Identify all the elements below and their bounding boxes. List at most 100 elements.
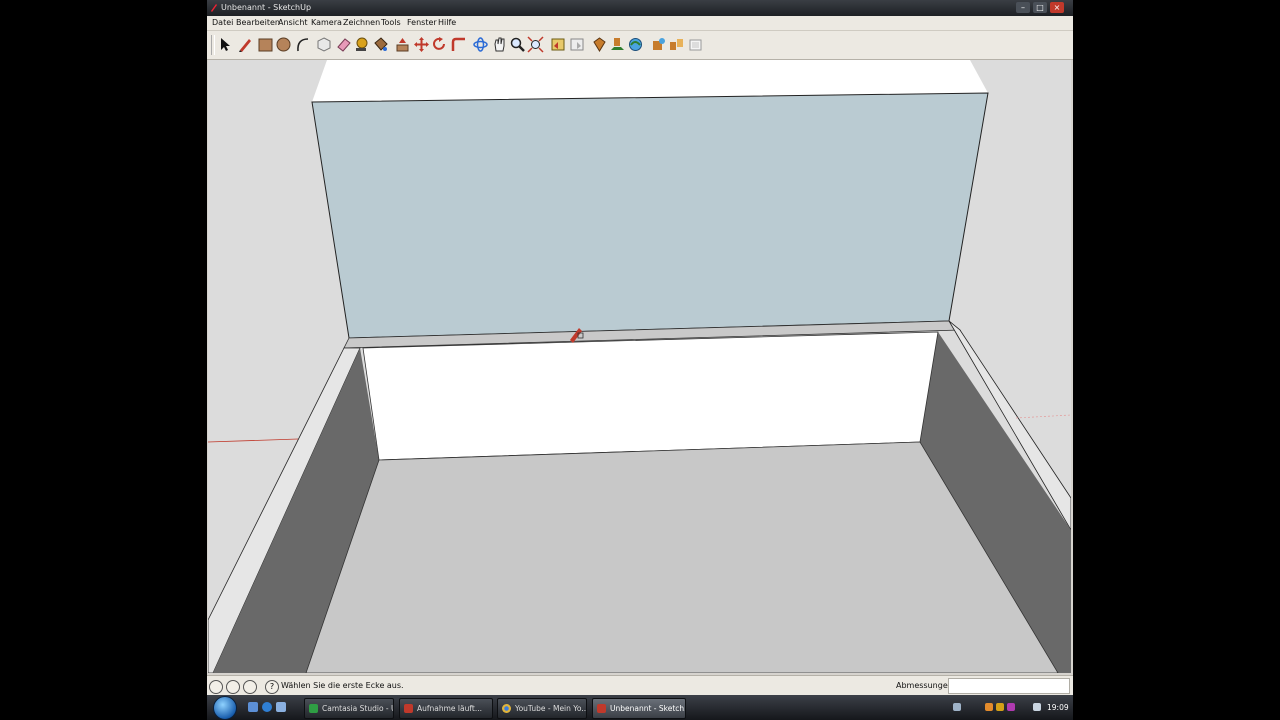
- maximize-icon[interactable]: □: [1033, 2, 1047, 13]
- help-icon[interactable]: ?: [265, 680, 279, 694]
- tape-measure-icon: [356, 37, 368, 51]
- geo-location-icon[interactable]: [209, 680, 223, 694]
- pencil-icon: [239, 39, 251, 52]
- ie-icon[interactable]: [262, 702, 272, 712]
- eraser-icon: [337, 38, 351, 52]
- follow-me-tool[interactable]: [450, 36, 467, 53]
- component-browser-tool[interactable]: [668, 36, 685, 53]
- sketchup-icon: [597, 704, 606, 713]
- status-bar: ? Wählen Sie die erste Ecke aus. Abmessu…: [207, 675, 1073, 696]
- zoom-icon: [510, 37, 525, 52]
- eraser-tool[interactable]: [335, 36, 352, 53]
- network-icon[interactable]: [953, 703, 961, 711]
- rectangle-tool[interactable]: [257, 36, 274, 53]
- place-model-icon: [593, 37, 606, 52]
- zoom-extents-icon: [527, 36, 544, 53]
- follow-me-icon: [451, 37, 465, 51]
- share-model-tool[interactable]: [627, 36, 644, 53]
- taskbar-button-youtube[interactable]: YouTube - Mein Yo...: [497, 698, 587, 719]
- window-title: Unbenannt - SketchUp: [221, 3, 312, 12]
- rotate-icon: [433, 37, 445, 50]
- arc-icon: [297, 38, 309, 52]
- taskbar-button-camtasia[interactable]: Camtasia Studio - U...: [304, 698, 394, 719]
- zoom-extents-tool[interactable]: [527, 36, 544, 53]
- menu-kamera[interactable]: Kamera: [311, 16, 342, 30]
- close-icon[interactable]: ×: [1050, 2, 1064, 13]
- windows-start-icon[interactable]: [213, 696, 237, 720]
- sketchup-logo-icon: [211, 4, 217, 12]
- tray-app-icon[interactable]: [985, 703, 993, 711]
- paint-bucket-tool[interactable]: [372, 36, 389, 53]
- arrow-cursor-icon: [221, 38, 230, 51]
- rotate-tool[interactable]: [431, 36, 448, 53]
- select-tool[interactable]: [216, 36, 233, 53]
- rectangle-icon: [258, 38, 273, 52]
- camtasia-icon: [309, 704, 318, 713]
- taskbar-button-sketchup[interactable]: Unbenannt - Sketch...: [592, 698, 686, 719]
- drawing-viewport[interactable]: [208, 60, 1071, 673]
- taskbar-label: Camtasia Studio - U...: [322, 704, 393, 713]
- move-tool[interactable]: [413, 36, 430, 53]
- place-model-tool[interactable]: [591, 36, 608, 53]
- pan-hand-icon: [494, 37, 505, 52]
- menu-fenster[interactable]: Fenster: [407, 16, 437, 30]
- globe-icon: [653, 38, 665, 50]
- orbit-icon: [473, 37, 488, 52]
- taskbar-button-recording[interactable]: Aufnahme läuft...: [399, 698, 493, 719]
- next-view-icon: [570, 38, 584, 51]
- pencil-tool[interactable]: [237, 36, 254, 53]
- make-component-tool[interactable]: [316, 36, 333, 53]
- menu-zeichnen[interactable]: Zeichnen: [343, 16, 380, 30]
- measurements-label: Abmessungen: [896, 681, 953, 690]
- previous-view-icon: [551, 38, 565, 51]
- menu-tools[interactable]: Tools: [381, 16, 401, 30]
- materials-tool[interactable]: [687, 36, 704, 53]
- move-icon: [414, 37, 429, 52]
- circle-tool[interactable]: [275, 36, 292, 53]
- next-view-tool[interactable]: [569, 36, 586, 53]
- orbit-tool[interactable]: [472, 36, 489, 53]
- circle-icon: [276, 37, 291, 52]
- push-pull-icon: [396, 38, 409, 52]
- minimize-icon[interactable]: –: [1016, 2, 1030, 13]
- menu-datei[interactable]: Datei: [212, 16, 233, 30]
- menu-ansicht[interactable]: Ansicht: [278, 16, 308, 30]
- sketchup-window: Unbenannt - SketchUp – □ × Datei Bearbei…: [207, 0, 1073, 720]
- switch-windows-icon[interactable]: [276, 702, 286, 712]
- chrome-icon: [502, 704, 511, 713]
- google-earth-tool[interactable]: [650, 36, 667, 53]
- tape-measure-tool[interactable]: [353, 36, 370, 53]
- materials-icon: [689, 39, 702, 51]
- model-canvas[interactable]: [208, 60, 1071, 673]
- main-toolbar: [207, 31, 1073, 60]
- paint-bucket-icon: [374, 37, 388, 51]
- account-icon[interactable]: [243, 680, 257, 694]
- zoom-tool[interactable]: [509, 36, 526, 53]
- security-icon[interactable]: [996, 703, 1004, 711]
- credits-icon[interactable]: [226, 680, 240, 694]
- previous-view-tool[interactable]: [550, 36, 567, 53]
- back-wall-face[interactable]: [311, 92, 989, 339]
- menu-hilfe[interactable]: Hilfe: [438, 16, 456, 30]
- component-icon: [317, 37, 331, 52]
- toolbar-grip[interactable]: [211, 35, 215, 55]
- messenger-icon[interactable]: [1007, 703, 1015, 711]
- get-models-tool[interactable]: [609, 36, 626, 53]
- push-pull-tool[interactable]: [394, 36, 411, 53]
- arc-tool[interactable]: [294, 36, 311, 53]
- windows-taskbar: Camtasia Studio - U... Aufnahme läuft...…: [207, 695, 1073, 720]
- show-desktop-icon[interactable]: [248, 702, 258, 712]
- taskbar-clock[interactable]: 19:09: [1047, 695, 1069, 720]
- status-message: Wählen Sie die erste Ecke aus.: [281, 681, 404, 690]
- share-model-icon: [629, 38, 642, 51]
- inner-front-face[interactable]: [362, 331, 939, 461]
- measurements-input[interactable]: [948, 678, 1070, 694]
- recording-icon: [404, 704, 413, 713]
- title-bar[interactable]: Unbenannt - SketchUp – □ ×: [207, 0, 1073, 16]
- get-models-icon: [611, 38, 624, 50]
- taskbar-label: Aufnahme läuft...: [417, 704, 482, 713]
- taskbar-label: YouTube - Mein Yo...: [515, 704, 587, 713]
- volume-icon[interactable]: [1033, 703, 1041, 711]
- menu-bearbeiten[interactable]: Bearbeiten: [236, 16, 280, 30]
- pan-tool[interactable]: [491, 36, 508, 53]
